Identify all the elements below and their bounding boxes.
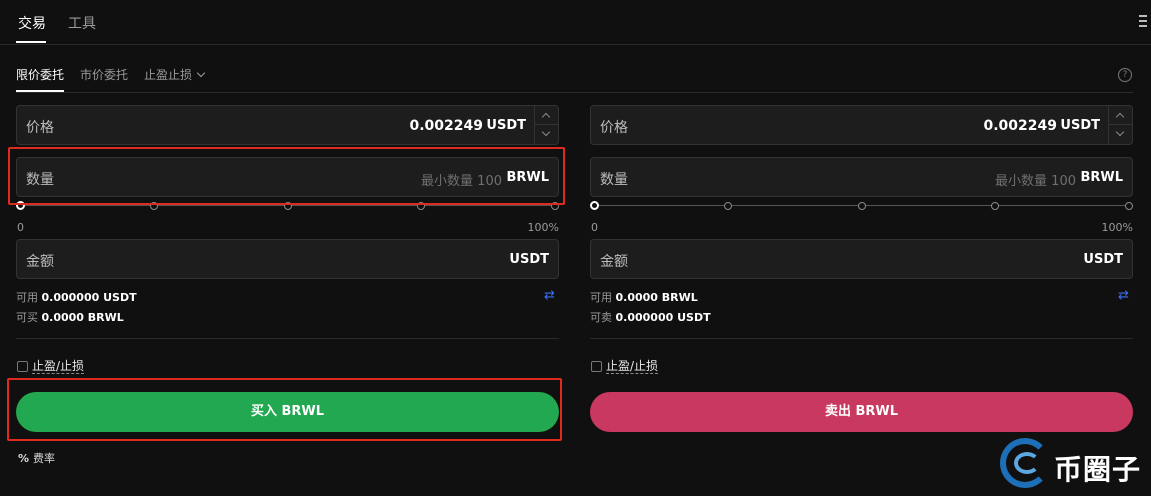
price-value: 0.002249: [409, 118, 483, 134]
tpsl-checkbox[interactable]: [17, 361, 28, 372]
increment-icon[interactable]: [1109, 106, 1132, 125]
quantity-unit: BRWL: [1080, 170, 1123, 185]
price-label: 价格: [600, 120, 628, 136]
slider-min-label: 0: [591, 221, 598, 234]
percent-icon: %: [18, 452, 30, 465]
buy-amount-field[interactable]: 金额 USDT: [16, 239, 559, 279]
menu-icon[interactable]: [1139, 15, 1147, 29]
watermark: 币圈子: [1000, 436, 1150, 494]
max-sell: 可卖 0.000000 USDT: [590, 309, 711, 325]
price-stepper: [534, 106, 558, 144]
sell-panel: 价格 0.002249 USDT 数量 最小数量 100 BRWL 0 100%…: [590, 0, 1133, 496]
sell-quantity-field[interactable]: 数量 最小数量 100 BRWL: [590, 157, 1133, 197]
amount-unit: USDT: [509, 252, 549, 267]
slider-mark-100[interactable]: [1125, 202, 1133, 210]
available-value: 0.0000 BRWL: [615, 291, 698, 304]
slider-handle[interactable]: [590, 201, 599, 210]
available-label: 可用: [590, 291, 612, 304]
slider-mark-75[interactable]: [991, 202, 999, 210]
available-balance: 可用 0.000000 USDT: [16, 289, 137, 305]
max-sell-value: 0.000000 USDT: [615, 311, 711, 324]
fee-label: 费率: [33, 452, 56, 465]
tpsl-label[interactable]: 止盈/止损: [32, 359, 85, 374]
transfer-icon[interactable]: ⇄: [1118, 288, 1129, 303]
slider-max-label: 100%: [527, 221, 559, 234]
sell-amount-field[interactable]: 金额 USDT: [590, 239, 1133, 279]
available-label: 可用: [16, 291, 38, 304]
decrement-icon[interactable]: [1109, 125, 1132, 144]
quantity-placeholder: 最小数量 100: [995, 174, 1076, 189]
slider-min-label: 0: [17, 221, 24, 234]
highlight-quantity-box: [8, 147, 565, 205]
slider-mark-25[interactable]: [724, 202, 732, 210]
tpsl-label[interactable]: 止盈/止损: [606, 359, 659, 374]
watermark-text: 币圈子: [1054, 453, 1142, 486]
sell-button[interactable]: 卖出 BRWL: [590, 392, 1133, 432]
watermark-logo-inner-icon: [1014, 452, 1040, 474]
available-value: 0.000000 USDT: [41, 291, 137, 304]
price-value: 0.002249: [983, 118, 1057, 134]
sell-price-field[interactable]: 价格 0.002249 USDT: [590, 105, 1133, 145]
divider: [590, 338, 1133, 339]
sell-quantity-slider[interactable]: [590, 200, 1133, 212]
highlight-buy-button-box: [7, 378, 562, 441]
decrement-icon[interactable]: [535, 125, 558, 144]
price-unit: USDT: [486, 118, 526, 133]
available-balance: 可用 0.0000 BRWL: [590, 289, 698, 305]
buy-price-field[interactable]: 价格 0.002249 USDT: [16, 105, 559, 145]
slider-mark-50[interactable]: [858, 202, 866, 210]
amount-unit: USDT: [1083, 252, 1123, 267]
max-buy-label: 可买: [16, 311, 38, 324]
increment-icon[interactable]: [535, 106, 558, 125]
max-buy: 可买 0.0000 BRWL: [16, 309, 124, 325]
amount-label: 金额: [600, 254, 628, 270]
quantity-label: 数量: [600, 172, 628, 188]
price-unit: USDT: [1060, 118, 1100, 133]
max-sell-label: 可卖: [590, 311, 612, 324]
max-buy-value: 0.0000 BRWL: [41, 311, 124, 324]
fee-rate[interactable]: % 费率: [18, 450, 55, 466]
tpsl-checkbox[interactable]: [591, 361, 602, 372]
price-label: 价格: [26, 120, 54, 136]
divider: [16, 338, 559, 339]
price-stepper: [1108, 106, 1132, 144]
transfer-icon[interactable]: ⇄: [544, 288, 555, 303]
amount-label: 金额: [26, 254, 54, 270]
slider-max-label: 100%: [1101, 221, 1133, 234]
